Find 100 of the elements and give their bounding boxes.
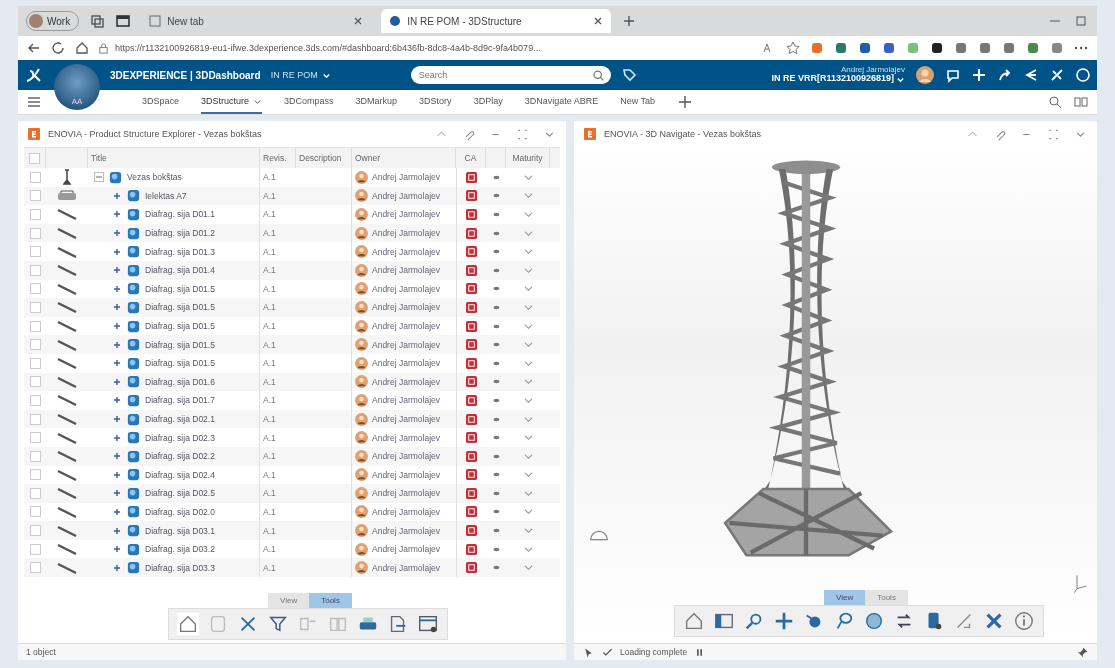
change-action-icon[interactable]: [466, 506, 477, 518]
eye-icon[interactable]: [492, 193, 500, 199]
row-checkbox[interactable]: [29, 413, 41, 425]
change-action-icon[interactable]: [466, 469, 477, 481]
eye-icon[interactable]: [492, 453, 500, 459]
eye-icon[interactable]: [492, 230, 500, 236]
product-title[interactable]: Diafrag. sija D02.5: [145, 488, 215, 499]
eye-icon[interactable]: [492, 212, 500, 217]
change-action-icon[interactable]: [466, 543, 477, 555]
expand-icon[interactable]: [112, 246, 122, 257]
expand-icon[interactable]: [112, 451, 122, 462]
row-checkbox[interactable]: [29, 525, 41, 537]
change-action-icon[interactable]: [466, 301, 477, 313]
eye-icon[interactable]: [492, 397, 500, 403]
row-checkbox[interactable]: [29, 227, 41, 239]
maximize-icon[interactable]: [1047, 127, 1060, 141]
change-action-icon[interactable]: [466, 376, 477, 388]
column-header[interactable]: CA: [464, 153, 477, 163]
close-icon[interactable]: [353, 16, 364, 26]
product-title[interactable]: Diafrag. sija D01.5: [145, 302, 215, 313]
maturity-dropdown-icon[interactable]: [523, 415, 533, 423]
expand-icon[interactable]: [112, 265, 122, 276]
expand-icon[interactable]: [112, 562, 122, 573]
product-title[interactable]: Diafrag. sija D01.1: [145, 209, 215, 220]
maximize-icon[interactable]: [516, 127, 529, 141]
change-action-icon[interactable]: [466, 209, 477, 220]
dashboard-tab[interactable]: 3DStory: [419, 90, 452, 114]
row-checkbox[interactable]: [29, 246, 41, 258]
eye-icon[interactable]: [492, 342, 500, 348]
dashboard-tab[interactable]: 3DCompass: [284, 90, 334, 114]
eye-icon[interactable]: [492, 565, 500, 571]
eye-icon[interactable]: [492, 435, 500, 441]
favorite-star-icon[interactable]: [785, 40, 801, 56]
row-checkbox[interactable]: [29, 450, 41, 462]
row-checkbox[interactable]: [29, 339, 41, 351]
dashboard-tab[interactable]: 3DNavigate ABRE: [524, 90, 599, 114]
expand-icon[interactable]: [112, 525, 122, 536]
chat-icon[interactable]: [945, 67, 961, 83]
change-action-icon[interactable]: [466, 283, 477, 295]
product-title[interactable]: Diafrag. sija D03.3: [145, 562, 215, 573]
compass-button[interactable]: AA: [54, 64, 100, 110]
row-checkbox[interactable]: [29, 171, 41, 183]
row-checkbox[interactable]: [29, 394, 41, 406]
product-title[interactable]: Diafrag. sija D01.5: [145, 283, 215, 294]
expand-icon[interactable]: [112, 469, 122, 480]
dashboard-tab[interactable]: 3DSpace: [142, 90, 180, 114]
network-icon[interactable]: [1023, 67, 1039, 83]
column-header[interactable]: Title: [91, 153, 107, 163]
eye-icon[interactable]: [492, 174, 500, 180]
dashboard-menu[interactable]: IN RE POM: [270, 70, 318, 80]
expand-icon[interactable]: [112, 376, 122, 387]
move-icon[interactable]: [773, 610, 795, 632]
toolbar-tab[interactable]: View: [268, 593, 310, 608]
row-checkbox[interactable]: [29, 264, 41, 276]
workspaces-icon[interactable]: [89, 13, 106, 29]
eye-icon[interactable]: [492, 528, 500, 534]
maturity-dropdown-icon[interactable]: [523, 173, 533, 181]
row-checkbox[interactable]: [29, 432, 41, 444]
extension-icon[interactable]: [857, 40, 873, 56]
change-action-icon[interactable]: [466, 190, 477, 202]
product-title[interactable]: Diafrag. sija D02.2: [145, 451, 215, 462]
change-action-icon[interactable]: [466, 413, 477, 425]
expand-icon[interactable]: [112, 432, 122, 443]
expand-icon[interactable]: [112, 283, 122, 294]
table-settings-icon[interactable]: [417, 613, 439, 635]
change-action-icon[interactable]: [466, 525, 477, 537]
change-action-icon[interactable]: [466, 357, 477, 369]
change-action-icon[interactable]: [466, 394, 477, 406]
tab-actions-icon[interactable]: [115, 13, 132, 29]
grid-view-icon[interactable]: [1073, 94, 1089, 110]
change-action-icon[interactable]: [466, 432, 477, 444]
share-icon[interactable]: [997, 67, 1013, 83]
row-checkbox[interactable]: [29, 487, 41, 499]
product-title[interactable]: Diafrag. sija D02.4: [145, 469, 215, 480]
product-title[interactable]: Diafrag. sija D03.1: [145, 525, 215, 536]
expand-icon[interactable]: [112, 358, 122, 369]
toolbar-tab[interactable]: Tools: [865, 590, 908, 605]
eye-icon[interactable]: [492, 509, 500, 515]
product-title[interactable]: Diafrag. sija D01.5: [145, 358, 215, 369]
product-title[interactable]: Diafrag. sija D02.0: [145, 507, 215, 517]
user-avatar[interactable]: [915, 65, 935, 85]
row-checkbox[interactable]: [29, 190, 41, 202]
eye-icon[interactable]: [492, 546, 500, 552]
maturity-dropdown-icon[interactable]: [523, 229, 533, 237]
maturity-dropdown-icon[interactable]: [523, 564, 533, 572]
row-checkbox[interactable]: [29, 283, 41, 295]
browser-tab[interactable]: New tab: [141, 9, 372, 33]
column-header[interactable]: Owner: [355, 153, 381, 163]
eye-icon[interactable]: [492, 490, 500, 496]
add-icon[interactable]: [971, 67, 987, 83]
search-icon[interactable]: [591, 68, 605, 82]
expand-icon[interactable]: [112, 544, 122, 555]
row-checkbox[interactable]: [29, 469, 41, 481]
menu-icon[interactable]: [26, 94, 42, 110]
maturity-dropdown-icon[interactable]: [523, 211, 533, 218]
expand-icon[interactable]: [112, 228, 122, 239]
eye-icon[interactable]: [492, 360, 500, 366]
expand-icon[interactable]: [112, 209, 122, 220]
product-title[interactable]: Diafrag. sija D01.7: [145, 395, 215, 406]
expand-icon[interactable]: [112, 395, 122, 406]
